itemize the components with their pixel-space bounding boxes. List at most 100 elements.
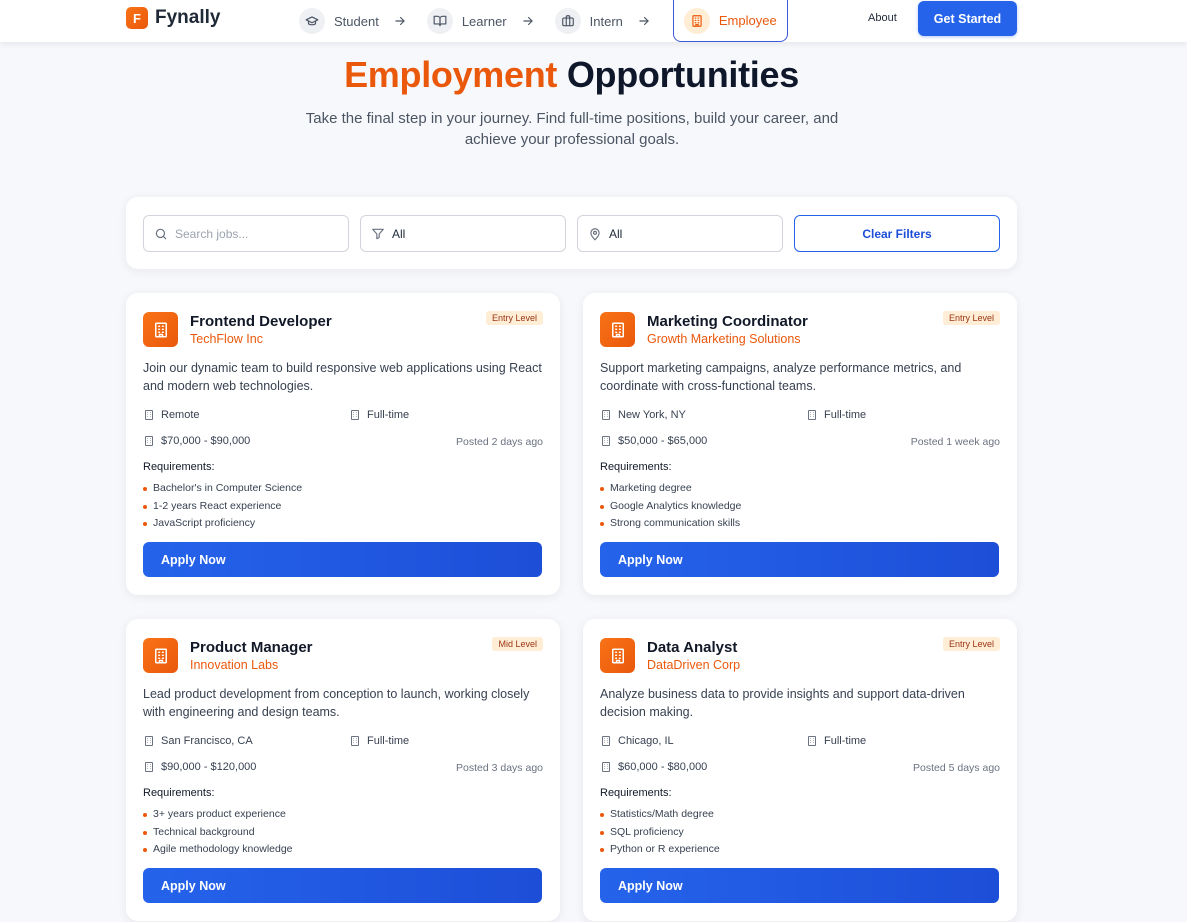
job-salary: $90,000 - $120,000 xyxy=(143,761,256,773)
book-open-icon xyxy=(426,8,453,34)
apply-now-button[interactable]: Apply Now xyxy=(600,868,999,903)
location-text: Remote xyxy=(161,409,200,421)
building-icon xyxy=(602,436,610,446)
requirement-item: Technical background xyxy=(143,824,293,842)
step-learner[interactable]: Learner xyxy=(426,8,507,34)
company-logo xyxy=(600,638,635,673)
brand-name: Fynally xyxy=(155,7,221,28)
company-name: Growth Marketing Solutions xyxy=(647,332,801,346)
requirement-item: Agile methodology knowledge xyxy=(143,841,293,859)
step-employee[interactable]: Employee xyxy=(672,0,788,42)
building-icon xyxy=(808,410,816,420)
building-icon xyxy=(145,762,153,772)
requirement-item: 1-2 years React experience xyxy=(143,498,302,516)
location-text: Chicago, IL xyxy=(618,735,674,747)
apply-now-button[interactable]: Apply Now xyxy=(600,542,999,577)
requirement-item: Strong communication skills xyxy=(600,515,741,533)
job-location: San Francisco, CA xyxy=(143,735,253,747)
level-badge: Mid Level xyxy=(492,637,543,651)
building-icon xyxy=(145,736,153,746)
filter-bar: All All Clear Filters xyxy=(126,197,1017,269)
type-text: Full-time xyxy=(367,735,410,747)
job-type-select[interactable]: All xyxy=(360,215,566,252)
job-salary: $50,000 - $65,000 xyxy=(600,435,707,447)
job-card: Product Manager Innovation Labs Mid Leve… xyxy=(126,619,560,921)
company-logo xyxy=(143,638,178,673)
get-started-button[interactable]: Get Started xyxy=(918,1,1017,36)
posted-date: Posted 5 days ago xyxy=(913,762,1000,774)
building-icon xyxy=(602,410,610,420)
about-link[interactable]: About xyxy=(868,12,897,24)
briefcase-icon xyxy=(554,8,581,34)
job-description: Lead product development from conception… xyxy=(143,687,530,719)
building-icon xyxy=(808,736,816,746)
job-type: Full-time xyxy=(806,409,866,421)
requirement-item: Statistics/Math degree xyxy=(600,806,720,824)
requirements-list: Statistics/Math degree SQL proficiency P… xyxy=(600,806,720,859)
arrow-right-icon xyxy=(395,16,405,26)
building-icon xyxy=(154,648,167,663)
job-location: New York, NY xyxy=(600,409,686,421)
search-field[interactable] xyxy=(143,215,349,252)
level-badge: Entry Level xyxy=(942,637,1000,651)
location-text: San Francisco, CA xyxy=(161,735,253,747)
clear-filters-button[interactable]: Clear Filters xyxy=(794,215,1000,252)
company-name: TechFlow Inc xyxy=(190,332,263,346)
building-icon xyxy=(611,322,624,337)
apply-now-button[interactable]: Apply Now xyxy=(143,542,542,577)
building-icon xyxy=(154,322,167,337)
type-text: Full-time xyxy=(824,735,867,747)
job-description: Support marketing campaigns, analyze per… xyxy=(600,361,962,393)
top-navbar: F Fynally Student Learner Intern Employe… xyxy=(0,0,1187,42)
job-description: Join our dynamic team to build responsiv… xyxy=(143,361,542,393)
job-title: Marketing Coordinator xyxy=(647,313,808,330)
job-title: Product Manager xyxy=(190,639,313,656)
salary-text: $70,000 - $90,000 xyxy=(161,435,251,447)
requirements-list: 3+ years product experience Technical ba… xyxy=(143,806,293,859)
requirement-item: Python or R experience xyxy=(600,841,720,859)
job-description: Analyze business data to provide insight… xyxy=(600,687,965,719)
building-icon xyxy=(683,7,710,34)
job-location: Chicago, IL xyxy=(600,735,674,747)
job-type: Full-time xyxy=(349,735,409,747)
posted-date: Posted 1 week ago xyxy=(910,436,1000,448)
salary-text: $90,000 - $120,000 xyxy=(161,761,257,773)
job-type: Full-time xyxy=(349,409,409,421)
job-card: Marketing Coordinator Growth Marketing S… xyxy=(583,293,1017,595)
requirement-item: Marketing degree xyxy=(600,480,741,498)
apply-now-button[interactable]: Apply Now xyxy=(143,868,542,903)
search-input[interactable] xyxy=(175,226,345,241)
job-card: Frontend Developer TechFlow Inc Entry Le… xyxy=(126,293,560,595)
job-location: Remote xyxy=(143,409,200,421)
job-type-value: All xyxy=(392,226,406,241)
company-logo xyxy=(143,312,178,347)
building-icon xyxy=(351,410,359,420)
step-intern[interactable]: Intern xyxy=(554,8,623,34)
requirements-label: Requirements: xyxy=(143,461,215,473)
requirements-list: Marketing degree Google Analytics knowle… xyxy=(600,480,741,533)
arrow-right-icon xyxy=(522,16,533,26)
building-icon xyxy=(602,762,610,772)
graduation-cap-icon xyxy=(299,8,325,34)
building-icon xyxy=(145,410,153,420)
job-salary: $60,000 - $80,000 xyxy=(600,761,707,773)
location-select[interactable]: All xyxy=(577,215,783,252)
step-student[interactable]: Student xyxy=(299,8,379,34)
requirement-item: JavaScript proficiency xyxy=(143,515,302,533)
brand-mark: F xyxy=(126,7,148,29)
brand-logo[interactable]: F Fynally xyxy=(126,7,220,29)
location-value: All xyxy=(609,226,623,241)
title-rest: Opportunities xyxy=(557,54,799,95)
building-icon xyxy=(351,736,359,746)
job-card: Data Analyst DataDriven Corp Entry Level… xyxy=(583,619,1017,921)
step-label: Learner xyxy=(461,13,507,29)
requirement-item: Google Analytics knowledge xyxy=(600,498,741,516)
title-accent: Employment xyxy=(344,54,558,95)
step-label: Intern xyxy=(589,13,623,29)
requirements-list: Bachelor's in Computer Science 1-2 years… xyxy=(143,480,302,533)
posted-date: Posted 2 days ago xyxy=(456,436,543,448)
requirement-item: SQL proficiency xyxy=(600,824,720,842)
requirements-label: Requirements: xyxy=(600,787,672,799)
type-text: Full-time xyxy=(824,409,867,421)
job-title: Data Analyst xyxy=(647,639,738,656)
